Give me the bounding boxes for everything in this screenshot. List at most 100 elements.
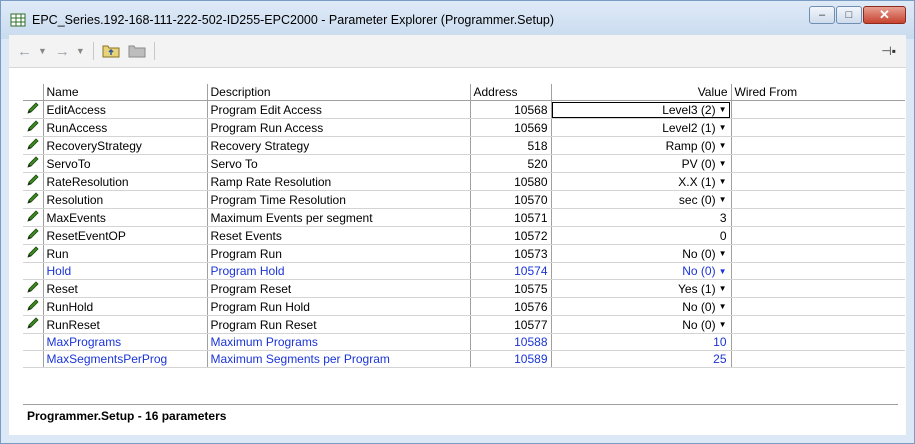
value-text: Ramp (0) (665, 138, 716, 153)
table-row[interactable]: RunHold Program Run Hold 10576 No (0) ▼ (23, 297, 905, 316)
value-field[interactable]: 0 (551, 226, 732, 245)
minimize-button[interactable]: – (809, 6, 835, 24)
wired-from-cell[interactable] (731, 136, 905, 155)
table-row[interactable]: RunReset Program Run Reset 10577 No (0) ▼ (23, 315, 905, 334)
chevron-down-icon[interactable]: ▼ (719, 177, 727, 186)
value-wrapper: Level2 (1) ▼ (662, 121, 726, 135)
value-text: No (0) (682, 264, 716, 278)
wired-from-cell[interactable] (731, 172, 905, 191)
value-dropdown[interactable]: Yes (1) ▼ (551, 279, 732, 298)
table-row[interactable]: ServoTo Servo To 520 PV (0) ▼ (23, 154, 905, 173)
table-row[interactable]: Hold Program Hold 10574 No (0) ▼ (23, 262, 905, 280)
status-text: Programmer.Setup - 16 parameters (27, 409, 227, 423)
wired-from-cell[interactable] (731, 226, 905, 245)
toolbar-separator (92, 42, 94, 60)
value-text: Level3 (2) (662, 102, 716, 117)
chevron-down-icon[interactable]: ▼ (719, 105, 727, 114)
wired-from-cell[interactable] (731, 262, 905, 280)
column-header-wired-from[interactable]: Wired From (731, 84, 905, 101)
back-dropdown-icon[interactable]: ▼ (38, 46, 47, 56)
table-row[interactable]: RateResolution Ramp Rate Resolution 10580 X… (23, 172, 905, 191)
param-description: Program Run (207, 244, 471, 263)
column-header-description[interactable]: Description (207, 84, 471, 101)
param-description: Program Time Resolution (207, 190, 471, 209)
window-title: EPC_Series.192-168-111-222-502-ID255-EPC… (32, 13, 555, 27)
value-dropdown[interactable]: Ramp (0) ▼ (551, 136, 732, 155)
value-dropdown[interactable]: No (0) ▼ (551, 315, 732, 334)
param-name: RateResolution (43, 172, 208, 191)
chevron-down-icon[interactable]: ▼ (719, 249, 727, 258)
chevron-down-icon[interactable]: ▼ (719, 267, 727, 276)
wired-from-cell[interactable] (731, 244, 905, 263)
value-text: 3 (719, 210, 727, 225)
maximize-button[interactable]: □ (836, 6, 862, 24)
param-name: Hold (43, 262, 208, 280)
param-description: Program Run Access (207, 118, 471, 137)
value-field[interactable]: 10 (551, 333, 732, 351)
row-icon-cell (23, 154, 44, 173)
wired-from-cell[interactable] (731, 315, 905, 334)
value-dropdown[interactable]: PV (0) ▼ (551, 154, 732, 173)
parent-folder-icon[interactable] (102, 44, 120, 58)
chevron-down-icon[interactable]: ▼ (719, 159, 727, 168)
column-header-name[interactable]: Name (43, 84, 208, 101)
param-description: Maximum Events per segment (207, 208, 471, 227)
value-dropdown[interactable]: No (0) ▼ (551, 262, 732, 280)
row-icon-cell (23, 279, 44, 298)
back-button[interactable]: ← (17, 43, 32, 60)
wired-from-cell[interactable] (731, 118, 905, 137)
row-icon-cell (23, 315, 44, 334)
param-description: Program Reset (207, 279, 471, 298)
value-dropdown[interactable]: Level2 (1) ▼ (551, 118, 732, 137)
wired-from-cell[interactable] (731, 333, 905, 351)
value-field[interactable]: 3 (551, 208, 732, 227)
table-row[interactable]: MaxPrograms Maximum Programs 10588 10 (23, 333, 905, 351)
value-field[interactable]: 25 (551, 350, 732, 368)
forward-button[interactable]: → (55, 43, 70, 60)
wired-from-cell[interactable] (731, 279, 905, 298)
table-row[interactable]: RecoveryStrategy Recovery Strategy 518 Ramp… (23, 136, 905, 155)
chevron-down-icon[interactable]: ▼ (719, 195, 727, 204)
table-row[interactable]: MaxSegmentsPerProg Maximum Segments per P… (23, 350, 905, 368)
wired-from-cell[interactable] (731, 100, 905, 119)
value-dropdown[interactable]: No (0) ▼ (551, 297, 732, 316)
chevron-down-icon[interactable]: ▼ (719, 141, 727, 150)
table-row[interactable]: EditAccess Program Edit Access 10568 Level3… (23, 100, 905, 119)
param-description: Servo To (207, 154, 471, 173)
column-header-value[interactable]: Value (551, 84, 732, 101)
wired-from-cell[interactable] (731, 190, 905, 209)
pencil-icon (27, 156, 39, 168)
table-row[interactable]: Run Program Run 10573 No (0) ▼ (23, 244, 905, 263)
chevron-down-icon[interactable]: ▼ (719, 284, 727, 293)
title-bar[interactable]: EPC_Series.192-168-111-222-502-ID255-EPC… (1, 1, 914, 39)
value-dropdown[interactable]: No (0) ▼ (551, 244, 732, 263)
wired-from-cell[interactable] (731, 297, 905, 316)
wired-from-cell[interactable] (731, 154, 905, 173)
table-row[interactable]: Reset Program Reset 10575 Yes (1) ▼ (23, 279, 905, 298)
param-name: MaxPrograms (43, 333, 208, 351)
param-description: Maximum Segments per Program (207, 350, 471, 368)
table-row[interactable]: RunAccess Program Run Access 10569 Level2 (… (23, 118, 905, 137)
chevron-down-icon[interactable]: ▼ (719, 123, 727, 132)
value-dropdown[interactable]: Level3 (2) ▼ (551, 100, 732, 119)
header-icon-column (23, 84, 44, 101)
column-header-address[interactable]: Address (470, 84, 552, 101)
chevron-down-icon[interactable]: ▼ (719, 302, 727, 311)
value-dropdown[interactable]: X.X (1) ▼ (551, 172, 732, 191)
wired-from-cell[interactable] (731, 208, 905, 227)
close-button[interactable]: ✕ (863, 6, 906, 24)
folder-icon[interactable] (128, 44, 146, 58)
param-address: 10572 (470, 226, 552, 245)
parameter-table: Name Description Address Value Wired Fro… (23, 84, 905, 368)
table-row[interactable]: Resolution Program Time Resolution 10570 se… (23, 190, 905, 209)
table-row[interactable]: MaxEvents Maximum Events per segment 10571… (23, 208, 905, 227)
value-dropdown[interactable]: sec (0) ▼ (551, 190, 732, 209)
table-row[interactable]: ResetEventOP Reset Events 10572 0 (23, 226, 905, 245)
chevron-down-icon[interactable]: ▼ (719, 320, 727, 329)
pin-icon[interactable]: ⊣▪ (881, 44, 896, 58)
value-text: 0 (719, 228, 727, 243)
row-icon-cell (23, 136, 44, 155)
wired-from-cell[interactable] (731, 350, 905, 368)
forward-dropdown-icon[interactable]: ▼ (76, 46, 85, 56)
caption-buttons: – □ ✕ (808, 6, 906, 24)
